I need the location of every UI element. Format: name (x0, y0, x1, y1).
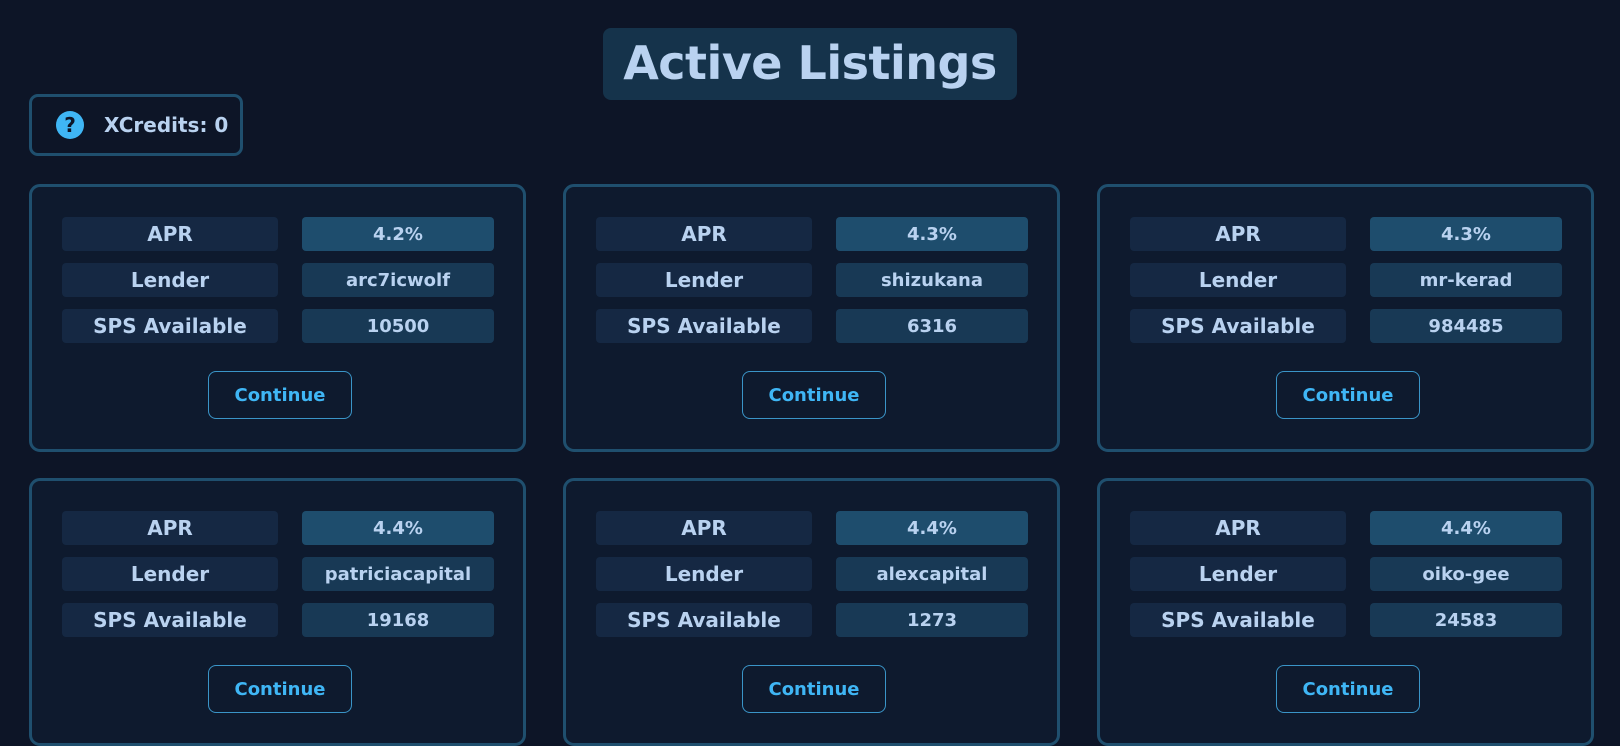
apr-value: 4.4% (1370, 511, 1562, 545)
apr-row: APR 4.4% (596, 511, 1028, 545)
apr-row: APR 4.3% (1130, 217, 1562, 251)
sps-row: SPS Available 984485 (1130, 309, 1562, 343)
title-wrap: Active Listings (0, 28, 1620, 100)
lender-row: Lender oiko-gee (1130, 557, 1562, 591)
continue-button[interactable]: Continue (742, 371, 886, 419)
sps-value: 10500 (302, 309, 494, 343)
sps-value: 1273 (836, 603, 1028, 637)
lender-row: Lender mr-kerad (1130, 263, 1562, 297)
listing-card: APR 4.4% Lender alexcapital SPS Availabl… (563, 478, 1060, 746)
apr-value: 4.2% (302, 217, 494, 251)
continue-button[interactable]: Continue (208, 665, 352, 713)
apr-row: APR 4.4% (62, 511, 494, 545)
sps-row: SPS Available 1273 (596, 603, 1028, 637)
continue-button[interactable]: Continue (1276, 371, 1420, 419)
listings-grid: APR 4.2% Lender arc7icwolf SPS Available… (29, 184, 1594, 746)
lender-label: Lender (1130, 263, 1346, 297)
question-icon[interactable]: ? (56, 111, 84, 139)
lender-value: arc7icwolf (302, 263, 494, 297)
lender-row: Lender arc7icwolf (62, 263, 494, 297)
sps-label: SPS Available (62, 309, 278, 343)
continue-button[interactable]: Continue (1276, 665, 1420, 713)
lender-value: alexcapital (836, 557, 1028, 591)
apr-label: APR (596, 511, 812, 545)
page-title: Active Listings (603, 28, 1017, 100)
apr-label: APR (1130, 511, 1346, 545)
lender-value: mr-kerad (1370, 263, 1562, 297)
sps-value: 984485 (1370, 309, 1562, 343)
lender-value: patriciacapital (302, 557, 494, 591)
lender-label: Lender (1130, 557, 1346, 591)
sps-row: SPS Available 10500 (62, 309, 494, 343)
xcredits-text: XCredits: 0 (104, 113, 229, 137)
listing-card: APR 4.4% Lender oiko-gee SPS Available 2… (1097, 478, 1594, 746)
lender-label: Lender (596, 263, 812, 297)
sps-value: 6316 (836, 309, 1028, 343)
lender-label: Lender (62, 263, 278, 297)
apr-label: APR (596, 217, 812, 251)
apr-value: 4.3% (836, 217, 1028, 251)
lender-value: shizukana (836, 263, 1028, 297)
sps-value: 24583 (1370, 603, 1562, 637)
lender-label: Lender (62, 557, 278, 591)
lender-row: Lender alexcapital (596, 557, 1028, 591)
listing-card: APR 4.3% Lender shizukana SPS Available … (563, 184, 1060, 452)
sps-row: SPS Available 6316 (596, 309, 1028, 343)
sps-label: SPS Available (1130, 603, 1346, 637)
continue-button[interactable]: Continue (208, 371, 352, 419)
apr-row: APR 4.3% (596, 217, 1028, 251)
apr-value: 4.4% (836, 511, 1028, 545)
apr-row: APR 4.2% (62, 217, 494, 251)
apr-label: APR (62, 217, 278, 251)
apr-label: APR (1130, 217, 1346, 251)
sps-label: SPS Available (596, 603, 812, 637)
listing-card: APR 4.2% Lender arc7icwolf SPS Available… (29, 184, 526, 452)
sps-label: SPS Available (62, 603, 278, 637)
apr-row: APR 4.4% (1130, 511, 1562, 545)
apr-value: 4.3% (1370, 217, 1562, 251)
continue-button[interactable]: Continue (742, 665, 886, 713)
sps-row: SPS Available 19168 (62, 603, 494, 637)
sps-row: SPS Available 24583 (1130, 603, 1562, 637)
sps-label: SPS Available (596, 309, 812, 343)
apr-value: 4.4% (302, 511, 494, 545)
xcredits-panel: ? XCredits: 0 (29, 94, 243, 156)
lender-row: Lender patriciacapital (62, 557, 494, 591)
listing-card: APR 4.3% Lender mr-kerad SPS Available 9… (1097, 184, 1594, 452)
listing-card: APR 4.4% Lender patriciacapital SPS Avai… (29, 478, 526, 746)
lender-row: Lender shizukana (596, 263, 1028, 297)
apr-label: APR (62, 511, 278, 545)
sps-label: SPS Available (1130, 309, 1346, 343)
sps-value: 19168 (302, 603, 494, 637)
lender-value: oiko-gee (1370, 557, 1562, 591)
lender-label: Lender (596, 557, 812, 591)
